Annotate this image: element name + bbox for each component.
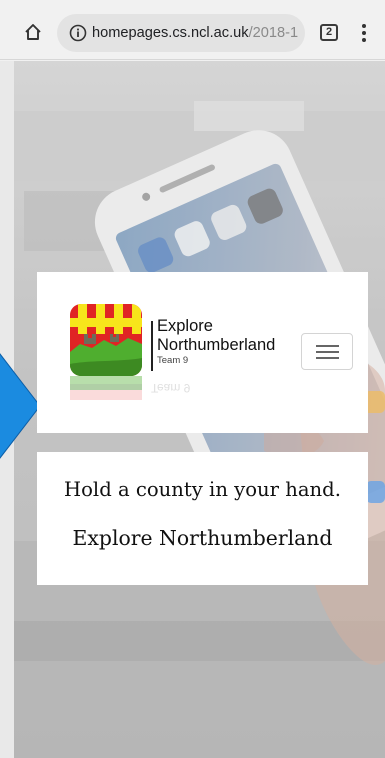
hamburger-menu-icon xyxy=(316,345,339,347)
tab-switcher-icon[interactable]: 2 xyxy=(320,24,338,41)
browser-toolbar: homepages.cs.ncl.ac.uk/2018-1 2 xyxy=(0,0,385,60)
address-bar[interactable]: homepages.cs.ncl.ac.uk/2018-1 xyxy=(57,14,305,52)
brand-title[interactable]: Explore Northumberland xyxy=(157,317,307,354)
northumberland-flag-logo-icon[interactable] xyxy=(70,304,142,376)
tagline-card: Hold a county in your hand. Explore Nort… xyxy=(37,452,368,585)
brand-subtitle: Team 9 xyxy=(157,355,189,366)
brand-title-line1: Explore xyxy=(157,317,213,335)
hamburger-line xyxy=(316,357,339,359)
hamburger-menu-button[interactable] xyxy=(301,333,353,370)
left-arrow-icon[interactable] xyxy=(0,341,40,471)
url-path: /2018-1 xyxy=(248,25,298,41)
hamburger-line xyxy=(316,351,339,353)
logo-reflection-icon xyxy=(70,376,142,400)
brand-divider xyxy=(151,321,153,371)
url-text[interactable]: homepages.cs.ncl.ac.uk/2018-1 xyxy=(92,24,298,42)
page-viewport: Explore Northumberland Team 9 Team 9 Hol… xyxy=(0,61,385,758)
brand-reflection: Team 9 xyxy=(151,381,191,395)
url-domain: homepages.cs.ncl.ac.uk xyxy=(92,25,249,41)
tagline-heading: Hold a county in your hand. xyxy=(64,478,341,501)
site-header-card: Explore Northumberland Team 9 Team 9 xyxy=(37,272,368,433)
home-icon[interactable] xyxy=(24,23,42,41)
tagline-subheading: Explore Northumberland xyxy=(72,526,333,550)
overflow-menu-icon[interactable] xyxy=(360,23,368,43)
info-icon[interactable] xyxy=(69,24,87,42)
brand-title-line2: Northumberland xyxy=(157,335,276,354)
